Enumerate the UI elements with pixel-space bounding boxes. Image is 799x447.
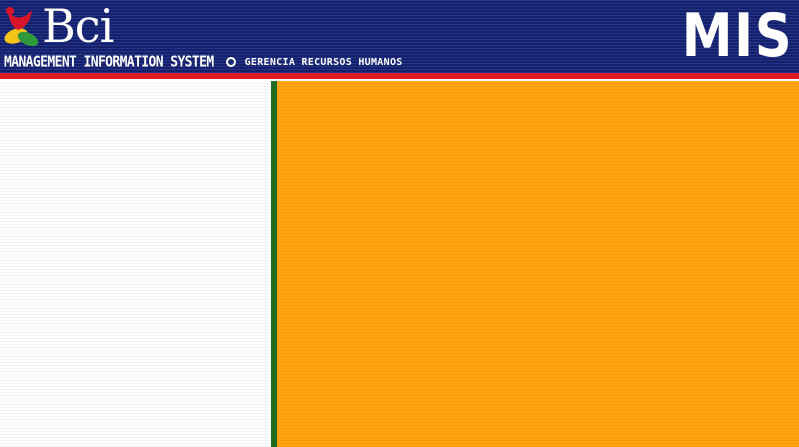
- content-frame[interactable]: [277, 81, 799, 447]
- system-name: Management Information System: [4, 53, 214, 71]
- ring-bullet-icon: [225, 57, 236, 67]
- navigation-frame[interactable]: [0, 81, 271, 447]
- department-name: Gerencia Recursos Humanos: [244, 56, 403, 68]
- header-banner: Bci Management Information System Gerenc…: [0, 0, 799, 73]
- mis-badge: MIS: [681, 1, 793, 71]
- page: Bci Management Information System Gerenc…: [0, 0, 799, 447]
- bci-logo: Bci: [2, 0, 132, 53]
- logo-wordmark: Bci: [42, 0, 114, 53]
- header-subtitle: Management Information System Gerencia R…: [4, 53, 403, 71]
- bci-tricolor-mark-icon: [4, 7, 39, 47]
